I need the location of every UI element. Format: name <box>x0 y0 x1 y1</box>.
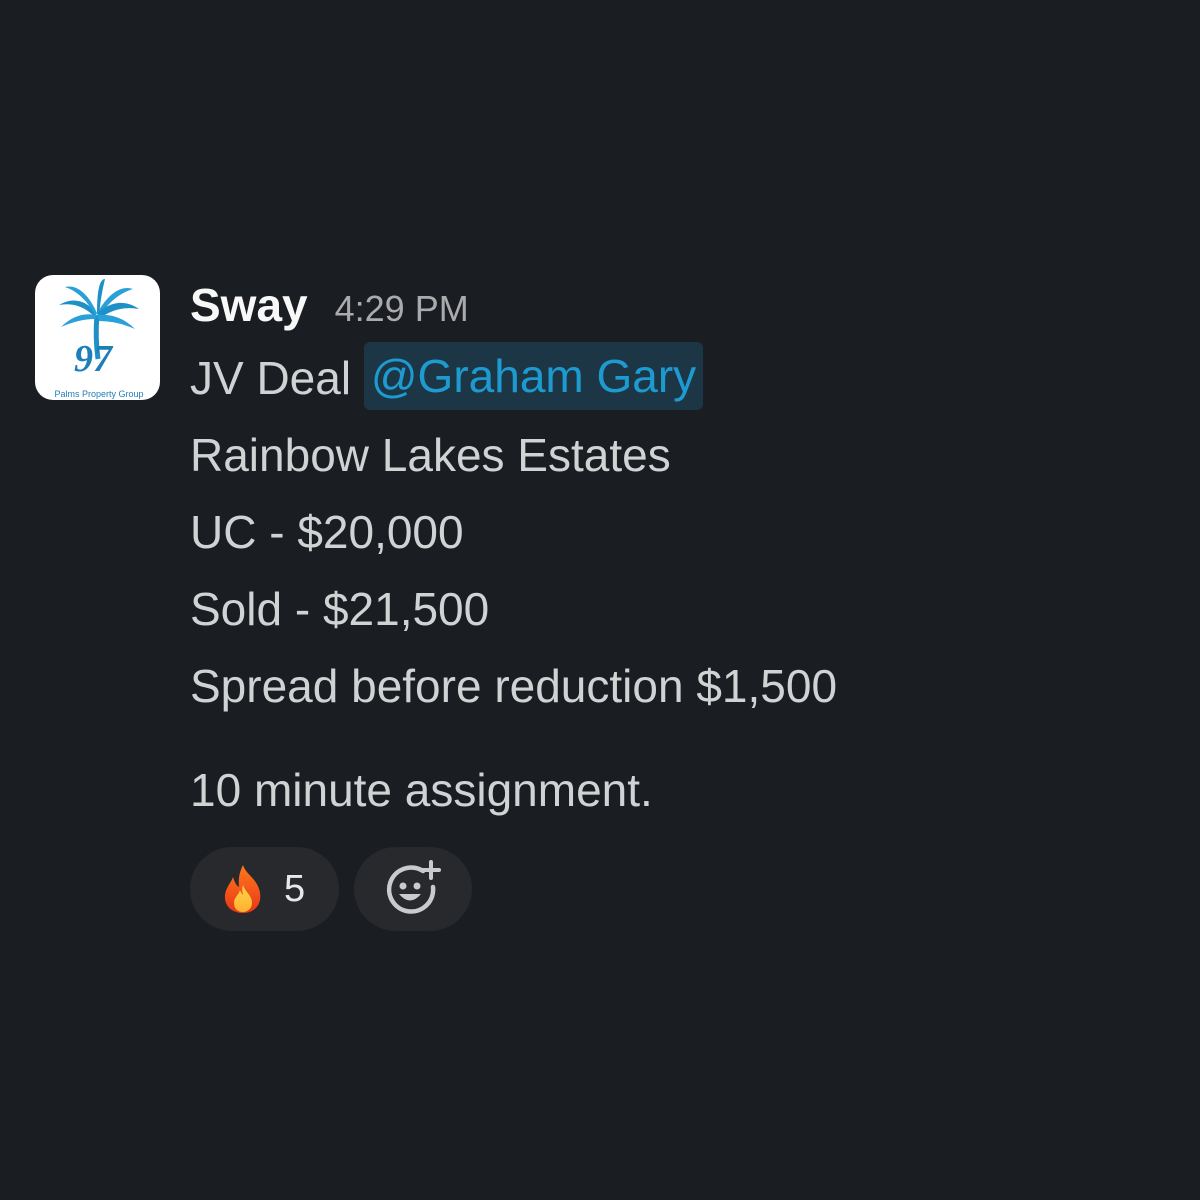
message-line: Sold - $21,500 <box>190 583 490 635</box>
add-reaction-button[interactable] <box>354 847 472 931</box>
reaction-count: 5 <box>284 867 306 910</box>
avatar[interactable]: 97 Palms Property Group <box>35 275 160 400</box>
logo-number: 97 <box>74 338 114 380</box>
user-mention[interactable]: @Graham Gary <box>363 342 704 410</box>
message-timestamp[interactable]: 4:29 PM <box>335 279 469 339</box>
message-line: 10 minute assignment. <box>190 764 653 816</box>
palm-logo-icon: 97 Palms Property Group <box>54 279 144 399</box>
message-content: Sway 4:29 PM JV Deal @Graham Gary Rainbo… <box>190 275 1150 931</box>
message-line: Spread before reduction $1,500 <box>190 660 838 712</box>
reactions-bar: 5 <box>190 847 1150 931</box>
message-line: UC - $20,000 <box>190 506 464 558</box>
logo-caption: Palms Property Group <box>54 389 143 399</box>
fire-reaction-button[interactable]: 5 <box>190 847 339 931</box>
sender-name[interactable]: Sway <box>190 275 308 335</box>
message-line: JV Deal @Graham Gary <box>190 340 1150 417</box>
fire-icon <box>224 865 261 913</box>
add-emoji-icon <box>386 860 441 914</box>
message-line: Rainbow Lakes Estates <box>190 429 671 481</box>
deal-label: JV Deal <box>190 352 352 404</box>
message-header: Sway 4:29 PM <box>190 275 1150 335</box>
